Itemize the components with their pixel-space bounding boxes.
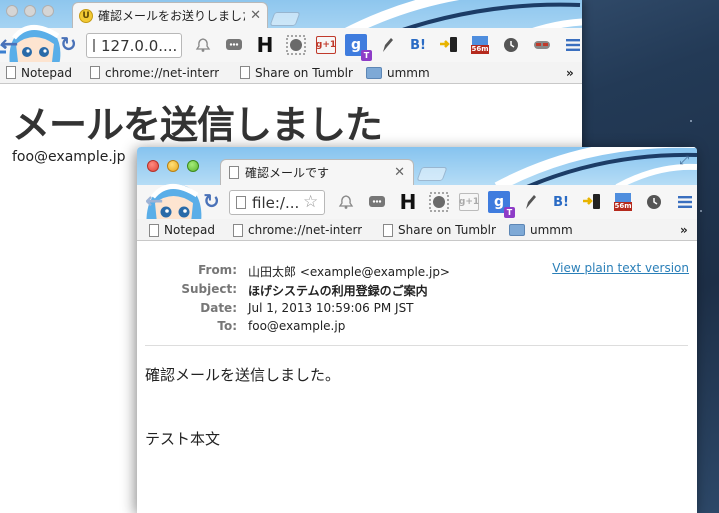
google-icon[interactable]: g T [345,34,372,61]
tab-title: 確認メールです [245,166,330,180]
bookmark-notepad[interactable]: Notepad [6,66,72,80]
timer-badge: 56m [471,45,489,53]
google-icon[interactable]: g T [488,191,515,218]
tab-page-icon [229,166,239,179]
url-text: 127.0.0.... [101,36,178,55]
header-divider [145,345,688,346]
header-key: From: [198,263,237,277]
bookmark-label: Notepad [21,65,72,80]
mask-icon[interactable] [531,34,553,56]
tab-close-icon[interactable]: ✕ [250,8,261,23]
tab-favicon-icon: U [79,8,93,23]
tab-confirmation-mail[interactable]: 確認メールです ✕ [220,159,414,185]
page-heading: メールを送信しました [12,103,383,147]
hatena-h-icon[interactable]: H [254,33,276,57]
new-tab-button[interactable] [416,167,448,181]
recipient-email: foo@example.jp [12,149,126,165]
back-button[interactable]: ← [145,189,163,214]
new-tab-button[interactable] [269,12,301,26]
bookmark-share-tumblr[interactable]: Share on Tumblr [383,223,496,237]
bookmarks-overflow-button[interactable]: » [680,223,688,237]
t-badge: T [504,207,515,218]
google-label: g [493,194,505,210]
address-bar[interactable]: 127.0.0.... [86,33,182,58]
reload-button[interactable]: ↻ [203,189,220,213]
clock-icon[interactable] [500,34,522,56]
timer-icon[interactable]: 56m [612,191,634,213]
hatena-h-icon[interactable]: H [397,190,419,214]
send-to-phone-icon[interactable] [581,191,603,213]
bookmark-label: chrome://net-interr [248,223,363,237]
header-key: Date: [200,301,237,315]
hatena-bookmark-icon[interactable]: B! [550,191,572,213]
evernote-clip-icon[interactable] [285,34,307,56]
bookmark-label: Notepad [164,223,215,237]
bookmark-label: chrome://net-interr [105,65,220,80]
page-icon [383,223,393,237]
bookmark-folder-ummm[interactable]: ummm [366,66,430,80]
menu-icon[interactable] [674,191,696,213]
header-key: Subject: [181,282,237,296]
extension-icons: H g+1 g T B! 56m [335,190,697,218]
page-icon [233,223,243,237]
email-body-line: テスト本文 [145,430,221,448]
header-key: To: [217,319,237,333]
header-value: foo@example.jp [248,319,346,333]
header-value: Jul 1, 2013 10:59:06 PM JST [248,301,414,315]
bookmark-net-internals[interactable]: chrome://net-interr [233,223,362,237]
bookmark-label: ummm [387,65,430,80]
bookmarks-bar: Notepad chrome://net-interr Share on Tum… [0,62,582,84]
page-icon [149,223,159,237]
bookmark-net-internals[interactable]: chrome://net-interr [90,66,219,80]
bookmark-label: ummm [530,223,573,237]
page-icon [6,66,16,79]
google-label: g [350,37,362,53]
hatena-bookmark-icon[interactable]: B! [407,34,429,56]
timer-icon[interactable]: 56m [469,34,491,56]
bookmark-star-icon[interactable]: ☆ [303,192,318,212]
timer-badge: 56m [614,202,632,210]
front-browser-window: ⤢ 確認メールです ✕ ← ↻ file:/... ☆ H g+1 g T B!… [137,147,697,513]
view-plain-text-link[interactable]: View plain text version [552,261,689,275]
page-icon [236,196,246,209]
bell-icon[interactable] [335,191,357,213]
t-badge: T [361,50,372,61]
page-icon [90,66,100,79]
bookmark-folder-ummm[interactable]: ummm [509,223,573,237]
bookmark-notepad[interactable]: Notepad [149,223,215,237]
clock-icon[interactable] [643,191,665,213]
pen-tool-icon[interactable] [519,191,541,213]
chat-bubble-icon[interactable] [223,34,245,56]
extension-icons: H g+1 g T B! 56m [192,33,582,61]
bell-icon[interactable] [192,34,214,56]
bookmark-label: Share on Tumblr [255,65,353,80]
menu-icon[interactable] [562,34,582,56]
back-button[interactable]: ← [0,32,18,57]
folder-icon [366,66,382,79]
header-value: 山田太郎 <example@example.jp> [248,265,450,279]
bookmarks-bar: Notepad chrome://net-interr Share on Tum… [137,219,697,241]
email-body-line: 確認メールを送信しました。 [145,366,341,384]
send-to-phone-icon[interactable] [438,34,460,56]
evernote-clip-icon[interactable] [428,191,450,213]
chat-bubble-icon[interactable] [366,191,388,213]
google-plus-one-icon[interactable]: g+1 [459,193,479,211]
folder-icon [509,224,525,236]
bookmark-label: Share on Tumblr [398,223,496,237]
pen-tool-icon[interactable] [376,34,398,56]
header-value: ほげシステムの利用登録のご案内 [248,284,428,298]
tab-close-icon[interactable]: ✕ [394,165,405,180]
bookmarks-overflow-button[interactable]: » [566,66,574,80]
bookmark-share-tumblr[interactable]: Share on Tumblr [240,66,353,80]
fullscreen-icon[interactable]: ⤢ [679,153,689,168]
page-icon [93,39,95,52]
page-icon [240,66,250,79]
reload-button[interactable]: ↻ [60,32,77,56]
url-text: file:/... [252,193,300,212]
tab-confirmation-sent[interactable]: U 確認メールをお送りしました ✕ [72,2,268,28]
google-plus-one-icon[interactable]: g+1 [316,36,336,54]
tab-title: 確認メールをお送りしました [98,9,246,23]
